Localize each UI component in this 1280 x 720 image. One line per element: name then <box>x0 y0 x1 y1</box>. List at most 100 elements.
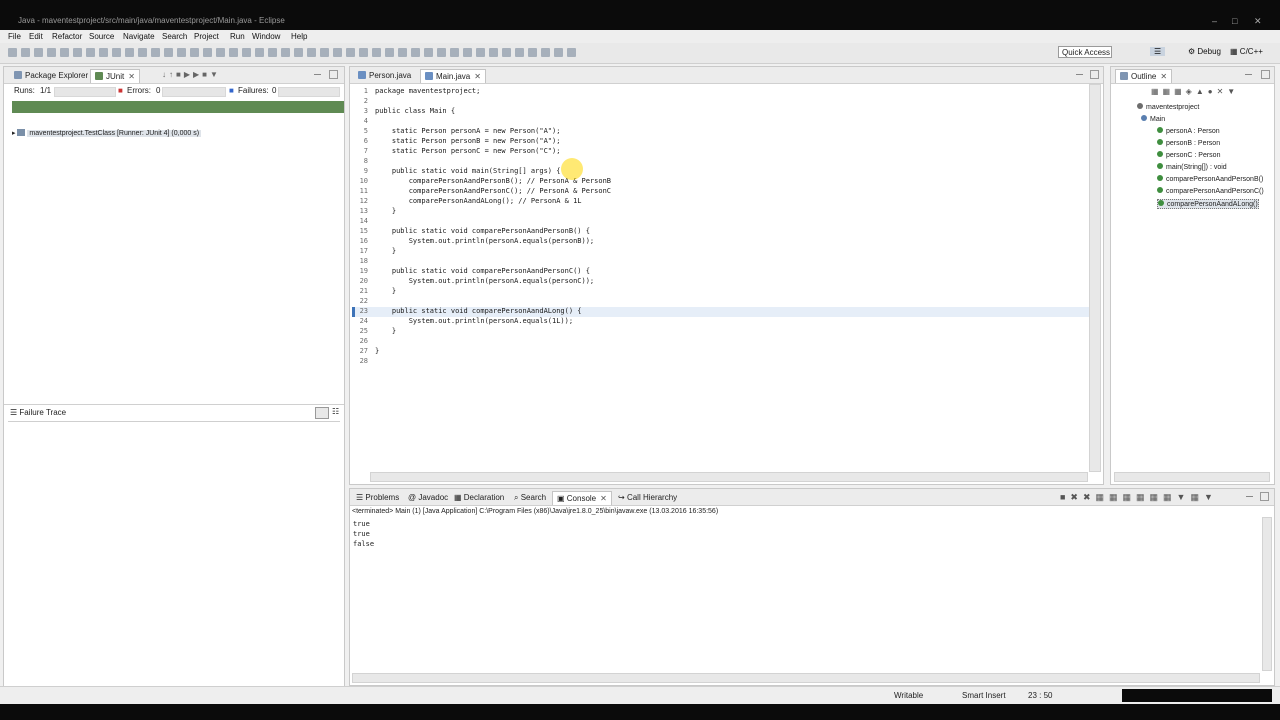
toolbar-button-icon[interactable] <box>21 48 30 57</box>
console-output[interactable]: true true false <box>353 519 374 549</box>
close-icon[interactable]: ✕ <box>474 72 481 81</box>
maximize-icon[interactable]: □ <box>1232 16 1237 26</box>
toolbar-button-icon[interactable] <box>567 48 576 57</box>
outline-item[interactable]: personB : Person <box>1157 139 1220 147</box>
toolbar-button-icon[interactable] <box>541 48 550 57</box>
compare-results-icon[interactable] <box>315 407 329 419</box>
outline-item[interactable]: personC : Person <box>1157 151 1220 159</box>
toolbar-button-icon[interactable] <box>281 48 290 57</box>
menu-search[interactable]: Search <box>162 32 187 41</box>
menu-source[interactable]: Source <box>89 32 114 41</box>
toolbar-button-icon[interactable] <box>515 48 524 57</box>
menu-file[interactable]: File <box>8 32 21 41</box>
toolbar-button-icon[interactable] <box>463 48 472 57</box>
tab-main-java[interactable]: Main.java ✕ <box>420 69 486 83</box>
toolbar-button-icon[interactable] <box>476 48 485 57</box>
toolbar-button-icon[interactable] <box>320 48 329 57</box>
outline-item[interactable]: main(String[]) : void <box>1157 163 1227 171</box>
outline-item[interactable]: Main <box>1141 115 1165 123</box>
toolbar-button-icon[interactable] <box>268 48 277 57</box>
code-area[interactable]: 1 package maventestproject; 2 3 public class… <box>352 83 1091 470</box>
toolbar-button-icon[interactable] <box>372 48 381 57</box>
menu-project[interactable]: Project <box>194 32 219 41</box>
toolbar-button-icon[interactable] <box>125 48 134 57</box>
menu-edit[interactable]: Edit <box>29 32 43 41</box>
menu-help[interactable]: Help <box>291 32 307 41</box>
maximize-editor-icon[interactable] <box>1090 70 1099 79</box>
toolbar-button-icon[interactable] <box>255 48 264 57</box>
quick-access-input[interactable]: Quick Access <box>1058 46 1112 58</box>
toolbar-button-icon[interactable] <box>8 48 17 57</box>
outline-item[interactable]: comparePersonAandPersonB() <box>1157 175 1263 183</box>
tab-package-explorer[interactable]: Package Explorer <box>10 69 92 82</box>
close-icon[interactable]: ✕ <box>128 72 135 81</box>
outline-item[interactable]: personA : Person <box>1157 127 1220 135</box>
outline-item[interactable]: comparePersonAandALong() <box>1157 199 1259 209</box>
toolbar-button-icon[interactable] <box>112 48 121 57</box>
menu-navigate[interactable]: Navigate <box>123 32 155 41</box>
toolbar-button-icon[interactable] <box>346 48 355 57</box>
menu-refactor[interactable]: Refactor <box>52 32 82 41</box>
toolbar-button-icon[interactable] <box>242 48 251 57</box>
maximize-view-icon[interactable] <box>329 70 338 79</box>
tab-junit[interactable]: JUnit ✕ <box>90 69 140 83</box>
toolbar-button-icon[interactable] <box>554 48 563 57</box>
minimize-console-icon[interactable] <box>1246 496 1253 497</box>
heap-status-bar[interactable] <box>1122 689 1272 702</box>
test-tree-item[interactable]: ▸ maventestproject.TestClass [Runner: JU… <box>12 129 202 137</box>
maximize-outline-icon[interactable] <box>1261 70 1270 79</box>
close-window-icon[interactable]: ✕ <box>1254 16 1262 27</box>
toolbar-button-icon[interactable] <box>385 48 394 57</box>
tab-problems[interactable]: ☰ Problems <box>352 491 403 504</box>
toolbar-button-icon[interactable] <box>73 48 82 57</box>
toolbar-button-icon[interactable] <box>177 48 186 57</box>
toolbar-button-icon[interactable] <box>359 48 368 57</box>
maximize-console-icon[interactable] <box>1260 492 1269 501</box>
toolbar-button-icon[interactable] <box>47 48 56 57</box>
close-icon[interactable]: ✕ <box>600 494 607 503</box>
toolbar-button-icon[interactable] <box>203 48 212 57</box>
menu-run[interactable]: Run <box>230 32 245 41</box>
console-toolbar-icons[interactable]: ■✖✖▦▦▦▦▦▦▼▦▼ <box>1060 492 1218 503</box>
toolbar-button-icon[interactable] <box>294 48 303 57</box>
tab-call-hierarchy[interactable]: ↪ Call Hierarchy <box>614 491 681 504</box>
toolbar-button-icon[interactable] <box>190 48 199 57</box>
outline-item[interactable]: maventestproject <box>1137 103 1199 111</box>
expand-arrow-icon[interactable]: ▸ <box>12 130 16 137</box>
toolbar-button-icon[interactable] <box>528 48 537 57</box>
cpp-perspective-button[interactable]: ▦ C/C++ <box>1230 47 1263 56</box>
junit-view-actions-icon[interactable]: ↓↑■▶▶■▼ <box>162 70 221 79</box>
toolbar-button-icon[interactable] <box>450 48 459 57</box>
minimize-icon[interactable]: – <box>1212 16 1217 26</box>
menu-window[interactable]: Window <box>252 32 280 41</box>
toolbar-button-icon[interactable] <box>34 48 43 57</box>
editor-horizontal-scrollbar[interactable] <box>370 472 1088 482</box>
outline-horizontal-scrollbar[interactable] <box>1114 472 1270 482</box>
console-horizontal-scrollbar[interactable] <box>352 673 1260 683</box>
close-icon[interactable]: ✕ <box>1160 72 1167 81</box>
tab-person-java[interactable]: Person.java <box>354 69 415 82</box>
toolbar-button-icon[interactable] <box>216 48 225 57</box>
minimize-outline-icon[interactable] <box>1245 74 1252 75</box>
tab-outline[interactable]: Outline ✕ <box>1115 69 1173 83</box>
toolbar-button-icon[interactable] <box>86 48 95 57</box>
toolbar-button-icon[interactable] <box>398 48 407 57</box>
tab-declaration[interactable]: ▦ Declaration <box>450 491 508 504</box>
outline-toolbar-icons[interactable]: ▦▦▦◈▲●✕▼ <box>1151 87 1239 96</box>
toolbar-button-icon[interactable] <box>164 48 173 57</box>
toolbar-button-icon[interactable] <box>229 48 238 57</box>
editor-vertical-scrollbar[interactable] <box>1089 84 1101 472</box>
console-vertical-scrollbar[interactable] <box>1262 517 1272 671</box>
minimize-editor-icon[interactable] <box>1076 74 1083 75</box>
outline-item[interactable]: comparePersonAandPersonC() <box>1157 187 1264 195</box>
filter-trace-icon[interactable]: ☷ <box>332 407 339 416</box>
toolbar-button-icon[interactable] <box>424 48 433 57</box>
toolbar-button-icon[interactable] <box>151 48 160 57</box>
toolbar-button-icon[interactable] <box>99 48 108 57</box>
toolbar-button-icon[interactable] <box>307 48 316 57</box>
toolbar-button-icon[interactable] <box>138 48 147 57</box>
minimize-view-icon[interactable] <box>314 74 321 75</box>
tab-console[interactable]: ▣ Console ✕ <box>552 491 612 505</box>
tab-javadoc[interactable]: @ Javadoc <box>404 491 452 504</box>
toolbar-button-icon[interactable] <box>333 48 342 57</box>
